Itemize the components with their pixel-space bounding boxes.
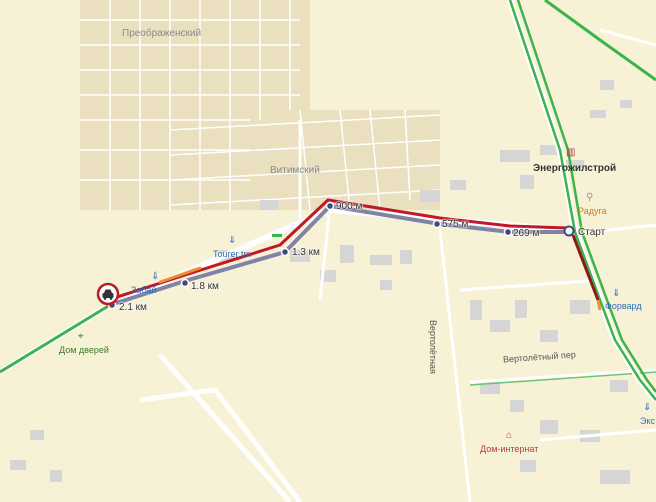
shop-icon: ⇓ xyxy=(643,402,652,413)
poi-dom-internat[interactable]: Дом-интернат xyxy=(480,445,538,454)
poi-eks[interactable]: Экс xyxy=(640,417,655,426)
shop-icon: ⇓ xyxy=(612,288,621,299)
shop-icon: ⇓ xyxy=(151,271,160,282)
start-label: Старт xyxy=(578,227,606,238)
route-distance-label: 1.3 км xyxy=(292,247,320,258)
poi-tourer[interactable]: Tourer tm xyxy=(213,250,251,259)
route-line xyxy=(106,198,572,307)
airfield xyxy=(139,353,302,502)
leaf-icon: ⌖ xyxy=(78,331,84,342)
shop-icon: ⇓ xyxy=(228,235,237,246)
shop-icon: ▬ xyxy=(272,229,282,240)
start-marker-icon[interactable] xyxy=(563,225,575,237)
route-distance-label: 1.8 км xyxy=(191,281,219,292)
street-label-vertoletnaya: Вертолётная xyxy=(428,320,438,374)
home-icon: ⌂ xyxy=(506,430,513,441)
route-distance-label: 900 м xyxy=(336,201,363,212)
area-label-vitimsky: Витимский xyxy=(270,165,320,176)
building-icon: ▥ xyxy=(566,147,576,158)
map-canvas xyxy=(0,0,656,502)
poi-forvard[interactable]: Форвард xyxy=(605,302,642,311)
car-marker-icon[interactable] xyxy=(96,282,120,306)
poi-dom-dverey[interactable]: Дом дверей xyxy=(59,346,109,355)
route-distance-label: 575 м xyxy=(442,219,469,230)
pin-icon: ⚲ xyxy=(586,192,594,203)
route-distance-label: 2.1 км xyxy=(119,302,147,313)
map-view[interactable]: Преображенский Витимский Вертолётная Вер… xyxy=(0,0,656,502)
poi-raduga[interactable]: Радуга xyxy=(578,207,607,216)
route-distance-label: 269 м xyxy=(513,228,540,239)
area-label-preobrazhensky: Преображенский xyxy=(122,28,202,39)
poi-energozhilstroy[interactable]: Энергожилстрой xyxy=(533,164,616,174)
green-street xyxy=(469,371,656,386)
minor-roads xyxy=(298,28,656,502)
poi-zabaikalie[interactable]: Забай xyxy=(131,286,156,295)
